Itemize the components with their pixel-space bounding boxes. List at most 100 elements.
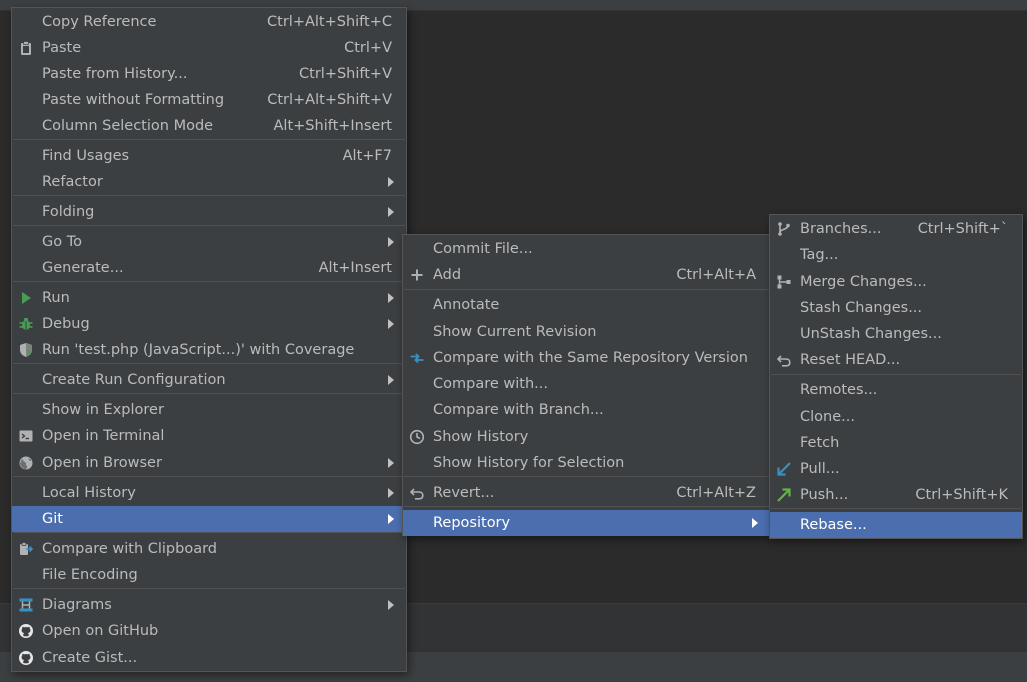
menu-item-label: Remotes... bbox=[800, 382, 878, 398]
menu-item-label: Show Current Revision bbox=[433, 324, 597, 340]
menu-item-label: Paste bbox=[42, 40, 82, 56]
menu-item-fetch[interactable]: Fetch bbox=[770, 430, 1022, 456]
menu-item-compare-with[interactable]: Compare with... bbox=[403, 371, 770, 397]
menu-item-open-in-terminal[interactable]: Open in Terminal bbox=[12, 423, 406, 449]
menu-item-label: Git bbox=[42, 511, 63, 527]
menu-item-label: Show History bbox=[433, 429, 529, 445]
menu-item-open-in-browser[interactable]: Open in Browser bbox=[12, 450, 406, 476]
menu-item-find-usages[interactable]: Find Usages Alt+F7 bbox=[12, 143, 406, 169]
menu-item-label: Branches... bbox=[800, 221, 882, 237]
menu-separator bbox=[404, 289, 769, 290]
menu-item-label: Diagrams bbox=[42, 597, 112, 613]
menu-item-copy-reference[interactable]: Copy Reference Ctrl+Alt+Shift+C bbox=[12, 9, 406, 35]
menu-item-shortcut: Alt+Insert bbox=[318, 260, 392, 276]
menu-item-label: Open in Browser bbox=[42, 455, 162, 471]
menu-item-paste-without-formatting[interactable]: Paste without Formatting Ctrl+Alt+Shift+V bbox=[12, 87, 406, 113]
undo-icon bbox=[775, 351, 793, 369]
menu-item-show-current-revision[interactable]: Show Current Revision bbox=[403, 319, 770, 345]
menu-item-label: Rebase... bbox=[800, 517, 867, 533]
menu-item-revert[interactable]: Revert... Ctrl+Alt+Z bbox=[403, 480, 770, 506]
submenu-arrow-icon bbox=[388, 293, 394, 303]
submenu-arrow-icon bbox=[388, 177, 394, 187]
submenu-arrow-icon bbox=[388, 488, 394, 498]
menu-item-label: Repository bbox=[433, 515, 511, 531]
menu-separator bbox=[13, 393, 405, 394]
menu-separator bbox=[13, 476, 405, 477]
menu-item-annotate[interactable]: Annotate bbox=[403, 292, 770, 318]
menu-item-reset-head[interactable]: Reset HEAD... bbox=[770, 347, 1022, 373]
menu-item-merge-changes[interactable]: Merge Changes... bbox=[770, 269, 1022, 295]
menu-item-shortcut: Ctrl+Alt+A bbox=[676, 267, 756, 283]
menu-item-label: Compare with... bbox=[433, 376, 548, 392]
menu-item-diagrams[interactable]: Diagrams bbox=[12, 592, 406, 618]
menu-item-clone[interactable]: Clone... bbox=[770, 404, 1022, 430]
menu-item-create-run-configuration[interactable]: Create Run Configuration bbox=[12, 367, 406, 393]
pull-arrow-icon bbox=[775, 460, 793, 478]
menu-item-unstash-changes[interactable]: UnStash Changes... bbox=[770, 321, 1022, 347]
menu-item-push[interactable]: Push... Ctrl+Shift+K bbox=[770, 482, 1022, 508]
submenu-arrow-icon bbox=[388, 458, 394, 468]
menu-item-shortcut: Alt+F7 bbox=[342, 148, 392, 164]
menu-item-shortcut: Ctrl+Alt+Z bbox=[676, 485, 756, 501]
editor-context-menu: Copy Reference Ctrl+Alt+Shift+C Paste Ctrl+… bbox=[11, 7, 407, 672]
menu-separator bbox=[13, 139, 405, 140]
menu-item-run[interactable]: Run bbox=[12, 285, 406, 311]
menu-item-add[interactable]: Add Ctrl+Alt+A bbox=[403, 262, 770, 288]
menu-item-folding[interactable]: Folding bbox=[12, 199, 406, 225]
menu-item-label: Generate... bbox=[42, 260, 124, 276]
menu-item-shortcut: Ctrl+V bbox=[344, 40, 392, 56]
menu-item-open-on-github[interactable]: Open on GitHub bbox=[12, 618, 406, 644]
menu-item-shortcut: Ctrl+Shift+` bbox=[917, 221, 1008, 237]
submenu-arrow-icon bbox=[388, 319, 394, 329]
menu-item-commit-file[interactable]: Commit File... bbox=[403, 236, 770, 262]
menu-item-git[interactable]: Git bbox=[12, 506, 406, 532]
menu-item-show-in-explorer[interactable]: Show in Explorer bbox=[12, 397, 406, 423]
menu-item-label: Refactor bbox=[42, 174, 103, 190]
menu-item-compare-with-clipboard[interactable]: Compare with Clipboard bbox=[12, 536, 406, 562]
menu-item-pull[interactable]: Pull... bbox=[770, 456, 1022, 482]
menu-separator bbox=[13, 195, 405, 196]
menu-item-paste-from-history[interactable]: Paste from History... Ctrl+Shift+V bbox=[12, 61, 406, 87]
menu-item-local-history[interactable]: Local History bbox=[12, 480, 406, 506]
menu-item-compare-with-branch[interactable]: Compare with Branch... bbox=[403, 397, 770, 423]
menu-item-go-to[interactable]: Go To bbox=[12, 229, 406, 255]
menu-item-label: Clone... bbox=[800, 409, 855, 425]
menu-item-generate[interactable]: Generate... Alt+Insert bbox=[12, 255, 406, 281]
menu-separator bbox=[13, 588, 405, 589]
menu-item-show-history[interactable]: Show History bbox=[403, 424, 770, 450]
github-icon bbox=[17, 649, 35, 667]
menu-item-stash-changes[interactable]: Stash Changes... bbox=[770, 295, 1022, 321]
menu-item-paste[interactable]: Paste Ctrl+V bbox=[12, 35, 406, 61]
menu-item-rebase[interactable]: Rebase... bbox=[770, 512, 1022, 538]
repository-submenu: Branches... Ctrl+Shift+` Tag... Merge Chang… bbox=[769, 214, 1023, 539]
menu-item-branches[interactable]: Branches... Ctrl+Shift+` bbox=[770, 216, 1022, 242]
menu-item-label: Pull... bbox=[800, 461, 840, 477]
menu-item-label: Fetch bbox=[800, 435, 840, 451]
run-icon bbox=[17, 289, 35, 307]
debug-icon bbox=[17, 315, 35, 333]
menu-item-label: File Encoding bbox=[42, 567, 138, 583]
menu-item-show-history-for-selection[interactable]: Show History for Selection bbox=[403, 450, 770, 476]
menu-item-label: Paste from History... bbox=[42, 66, 188, 82]
menu-item-tag[interactable]: Tag... bbox=[770, 242, 1022, 268]
menu-item-debug[interactable]: Debug bbox=[12, 311, 406, 337]
menu-item-label: Stash Changes... bbox=[800, 300, 923, 316]
menu-item-compare-with-the-same-repository-version[interactable]: Compare with the Same Repository Version bbox=[403, 345, 770, 371]
globe-icon bbox=[17, 454, 35, 472]
menu-item-create-gist[interactable]: Create Gist... bbox=[12, 645, 406, 671]
menu-item-file-encoding[interactable]: File Encoding bbox=[12, 562, 406, 588]
menu-item-shortcut: Ctrl+Alt+Shift+V bbox=[267, 92, 392, 108]
menu-item-label: Tag... bbox=[800, 247, 839, 263]
menu-item-label: Compare with Branch... bbox=[433, 402, 604, 418]
menu-item-label: Create Run Configuration bbox=[42, 372, 226, 388]
menu-item-repository[interactable]: Repository bbox=[403, 510, 770, 536]
menu-item-remotes[interactable]: Remotes... bbox=[770, 377, 1022, 403]
menu-item-refactor[interactable]: Refactor bbox=[12, 169, 406, 195]
menu-item-run-test-php-javascript-with-coverage[interactable]: Run 'test.php (JavaScript...)' with Cove… bbox=[12, 337, 406, 363]
menu-item-shortcut: Ctrl+Shift+V bbox=[299, 66, 392, 82]
menu-item-label: Show History for Selection bbox=[433, 455, 625, 471]
menu-item-label: Open on GitHub bbox=[42, 623, 159, 639]
menu-item-shortcut: Ctrl+Shift+K bbox=[915, 487, 1008, 503]
menu-item-column-selection-mode[interactable]: Column Selection Mode Alt+Shift+Insert bbox=[12, 113, 406, 139]
menu-item-label: Local History bbox=[42, 485, 136, 501]
